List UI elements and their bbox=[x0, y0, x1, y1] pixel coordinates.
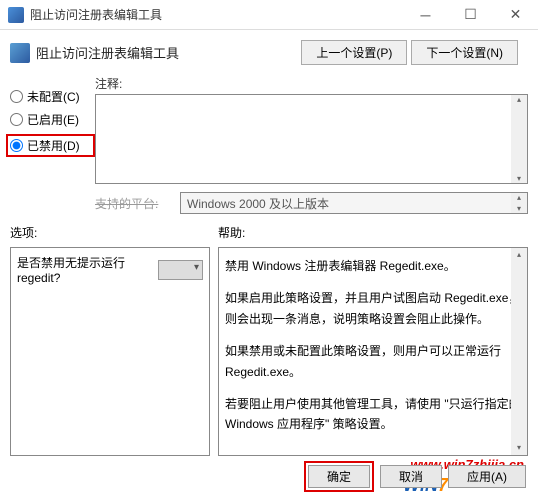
highlight-ok: 确定 bbox=[304, 461, 374, 492]
platform-value: Windows 2000 及以上版本 bbox=[187, 197, 329, 211]
app-icon bbox=[8, 7, 24, 23]
radio-enabled-label: 已启用(E) bbox=[27, 111, 79, 128]
next-setting-button[interactable]: 下一个设置(N) bbox=[411, 40, 518, 65]
policy-title: 阻止访问注册表编辑工具 bbox=[36, 43, 301, 62]
cancel-button[interactable]: 取消 bbox=[380, 465, 442, 488]
platform-box: Windows 2000 及以上版本 ▴▾ bbox=[180, 192, 528, 214]
state-radio-group: 未配置(C) 已启用(E) 已禁用(D) bbox=[10, 88, 95, 157]
ok-button[interactable]: 确定 bbox=[308, 465, 370, 488]
help-p2: 如果启用此策略设置，并且用户试图启动 Regedit.exe，则会出现一条消息，… bbox=[225, 288, 521, 329]
window-controls: ─ ☐ ✕ bbox=[403, 0, 538, 30]
help-scrollbar[interactable]: ▴▾ bbox=[511, 248, 527, 455]
radio-not-configured[interactable]: 未配置(C) bbox=[10, 88, 95, 105]
prev-setting-button[interactable]: 上一个设置(P) bbox=[301, 40, 407, 65]
titlebar: 阻止访问注册表编辑工具 ─ ☐ ✕ bbox=[0, 0, 538, 30]
option-dropdown[interactable] bbox=[158, 260, 203, 280]
platform-scrollbar[interactable]: ▴▾ bbox=[511, 193, 527, 213]
maximize-button[interactable]: ☐ bbox=[448, 0, 493, 30]
radio-not-configured-input[interactable] bbox=[10, 90, 23, 103]
radio-disabled-label: 已禁用(D) bbox=[27, 137, 80, 154]
close-button[interactable]: ✕ bbox=[493, 0, 538, 30]
window-title: 阻止访问注册表编辑工具 bbox=[30, 6, 403, 23]
radio-disabled[interactable]: 已禁用(D) bbox=[10, 137, 91, 154]
radio-disabled-input[interactable] bbox=[10, 139, 23, 152]
apply-button[interactable]: 应用(A) bbox=[448, 465, 526, 488]
footer-buttons: 确定 取消 应用(A) bbox=[304, 461, 526, 492]
help-p4: 若要阻止用户使用其他管理工具，请使用 "只运行指定的 Windows 应用程序"… bbox=[225, 394, 521, 435]
minimize-button[interactable]: ─ bbox=[403, 0, 448, 30]
highlight-disabled: 已禁用(D) bbox=[6, 134, 95, 157]
radio-enabled[interactable]: 已启用(E) bbox=[10, 111, 95, 128]
toolbar: 阻止访问注册表编辑工具 上一个设置(P) 下一个设置(N) bbox=[0, 30, 538, 75]
radio-enabled-input[interactable] bbox=[10, 113, 23, 126]
help-p1: 禁用 Windows 注册表编辑器 Regedit.exe。 bbox=[225, 256, 521, 276]
policy-icon bbox=[10, 43, 30, 63]
help-label: 帮助: bbox=[218, 224, 528, 241]
comment-label: 注释: bbox=[95, 77, 122, 91]
help-panel: 禁用 Windows 注册表编辑器 Regedit.exe。 如果启用此策略设置… bbox=[218, 247, 528, 456]
options-panel: 是否禁用无提示运行 regedit? bbox=[10, 247, 210, 456]
radio-not-configured-label: 未配置(C) bbox=[27, 88, 80, 105]
options-label: 选项: bbox=[10, 224, 210, 241]
platform-label: 支持的平台: bbox=[95, 195, 180, 212]
option-question: 是否禁用无提示运行 regedit? bbox=[17, 254, 154, 285]
help-p3: 如果禁用或未配置此策略设置，则用户可以正常运行 Regedit.exe。 bbox=[225, 341, 521, 382]
comment-textarea[interactable]: ▴▾ bbox=[95, 94, 528, 184]
comment-scrollbar[interactable]: ▴▾ bbox=[511, 95, 527, 183]
